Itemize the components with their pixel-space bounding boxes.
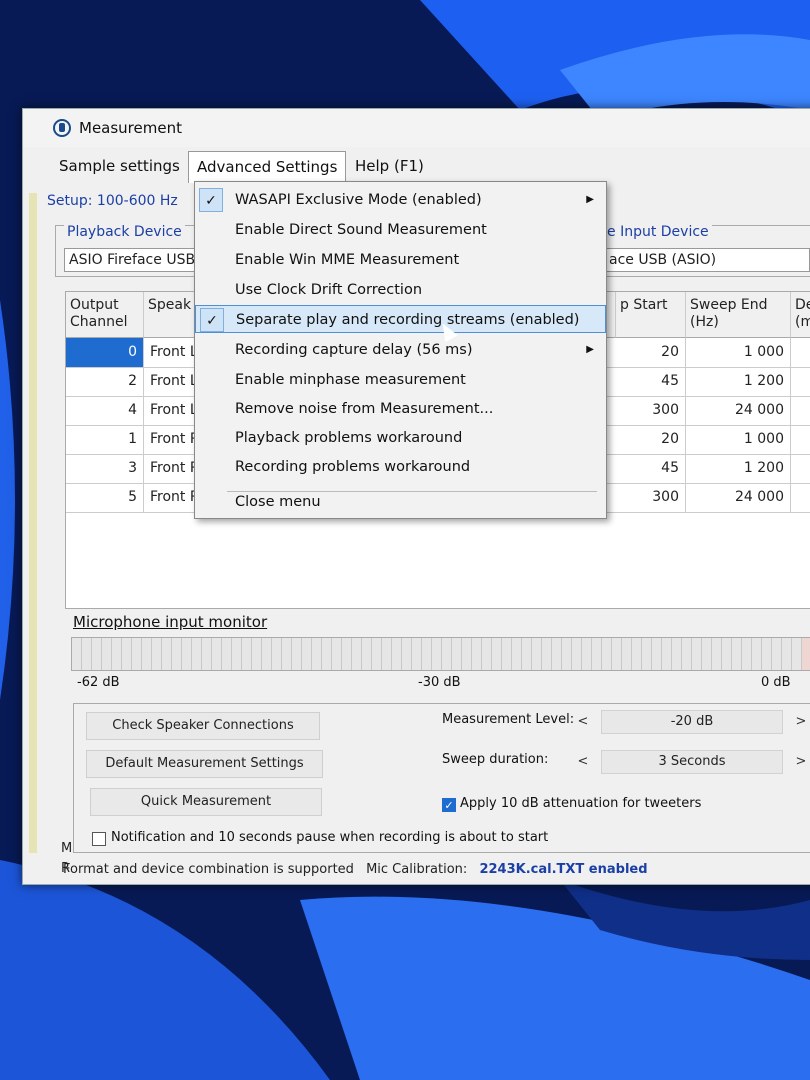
quick-measurement-button[interactable]: Quick Measurement (90, 788, 322, 816)
header-delay[interactable]: Dela (msec (791, 292, 810, 338)
advanced-settings-dropdown: ✓ WASAPI Exclusive Mode (enabled) ▶ Enab… (194, 181, 607, 519)
playback-device-label: Playback Device (64, 224, 185, 240)
menu-playback-workaround[interactable]: Playback problems workaround (195, 424, 606, 452)
submenu-arrow-icon: ▶ (586, 194, 594, 205)
mic-calibration-value: 2243K.cal.TXT enabled (479, 862, 648, 877)
setup-label: Setup: 100-600 Hz (47, 193, 178, 209)
menu-item-label: Use Clock Drift Correction (235, 282, 423, 298)
menu-item-label: Separate play and recording streams (ena… (236, 312, 580, 328)
app-logo-icon (53, 119, 71, 137)
cell-channel[interactable]: 2 (66, 367, 144, 396)
menu-remove-noise[interactable]: Remove noise from Measurement... (195, 395, 606, 423)
cell-end[interactable]: 24 000 (686, 396, 791, 425)
default-measurement-settings-button[interactable]: Default Measurement Settings (86, 750, 323, 778)
header-sweep-start[interactable]: p Start (616, 292, 686, 338)
menu-recording-workaround[interactable]: Recording problems workaround (195, 453, 606, 481)
cell-channel[interactable]: 3 (66, 454, 144, 483)
meter-peak-zone (802, 638, 810, 670)
cell-end[interactable]: 24 000 (686, 483, 791, 512)
side-letter-m: M (61, 841, 73, 856)
menu-item-label: Enable minphase measurement (235, 372, 466, 388)
cell-start[interactable]: 45 (616, 454, 686, 483)
title-bar: Measurement (23, 109, 810, 147)
checkmark-icon: ✓ (200, 308, 224, 332)
cell-start[interactable]: 300 (616, 396, 686, 425)
input-device-select[interactable]: ace USB (ASIO) (604, 248, 810, 272)
menu-bar: Sample settings Advanced Settings Help (… (23, 151, 810, 183)
header-output-channel[interactable]: Output Channel (66, 292, 144, 338)
submenu-arrow-icon: ▶ (586, 344, 594, 355)
sweep-increase-button[interactable]: > (792, 752, 810, 772)
measurement-level-label: Measurement Level: (442, 712, 575, 727)
notification-checkbox[interactable] (92, 832, 106, 846)
mic-level-meter (71, 637, 810, 671)
cell-start[interactable]: 300 (616, 483, 686, 512)
mic-calibration-label: Mic Calibration: (366, 862, 468, 877)
cell-start[interactable]: 20 (616, 338, 686, 367)
level-increase-button[interactable]: > (792, 712, 810, 732)
cell-channel[interactable]: 5 (66, 483, 144, 512)
menu-separate-streams[interactable]: ✓ Separate play and recording streams (e… (195, 305, 606, 333)
meter-scale-min: -62 dB (77, 675, 120, 690)
menu-help[interactable]: Help (F1) (347, 151, 432, 181)
cell-end[interactable]: 1 000 (686, 425, 791, 454)
meter-scale-mid: -30 dB (418, 675, 461, 690)
cell-end[interactable]: 1 000 (686, 338, 791, 367)
menu-item-label: Recording capture delay (56 ms) (235, 342, 473, 358)
menu-item-label: Playback problems workaround (235, 430, 463, 446)
attenuation-label: Apply 10 dB attenuation for tweeters (460, 796, 702, 811)
menu-minphase[interactable]: Enable minphase measurement (195, 366, 606, 394)
menu-win-mme[interactable]: Enable Win MME Measurement (195, 246, 606, 274)
menu-direct-sound[interactable]: Enable Direct Sound Measurement (195, 216, 606, 244)
status-text: Format and device combination is support… (63, 862, 354, 877)
cell-start[interactable]: 20 (616, 425, 686, 454)
window-title: Measurement (79, 119, 182, 137)
menu-advanced-settings[interactable]: Advanced Settings (188, 151, 347, 183)
level-decrease-button[interactable]: < (574, 712, 592, 732)
menu-sample-settings[interactable]: Sample settings (51, 151, 188, 181)
cell-channel[interactable]: 0 (66, 338, 144, 367)
cell-end[interactable]: 1 200 (686, 454, 791, 483)
cell-channel[interactable]: 1 (66, 425, 144, 454)
menu-item-label: Recording problems workaround (235, 459, 471, 475)
cell-channel[interactable]: 4 (66, 396, 144, 425)
sweep-decrease-button[interactable]: < (574, 752, 592, 772)
cell-start[interactable]: 45 (616, 367, 686, 396)
meter-scale-max: 0 dB (761, 675, 791, 690)
input-device-group: e Input Device ace USB (ASIO) (603, 224, 810, 277)
menu-item-label: Remove noise from Measurement... (235, 401, 494, 417)
sweep-duration-value: 3 Seconds (601, 750, 783, 774)
input-device-label: e Input Device (604, 224, 712, 240)
menu-clock-drift[interactable]: Use Clock Drift Correction (195, 276, 606, 304)
menu-close[interactable]: Close menu (195, 488, 606, 516)
measurement-level-value: -20 dB (601, 710, 783, 734)
menu-capture-delay[interactable]: Recording capture delay (56 ms) ▶ (195, 336, 606, 364)
sweep-duration-label: Sweep duration: (442, 752, 549, 767)
cell-end[interactable]: 1 200 (686, 367, 791, 396)
attenuation-checkbox[interactable]: ✓ (442, 798, 456, 812)
mic-monitor-title: Microphone input monitor (73, 613, 268, 631)
menu-item-label: Enable Win MME Measurement (235, 252, 460, 268)
notification-label: Notification and 10 seconds pause when r… (111, 830, 549, 845)
measurement-controls-panel: Check Speaker Connections Default Measur… (73, 703, 810, 853)
menu-item-label: Enable Direct Sound Measurement (235, 222, 487, 238)
menu-item-label: Close menu (235, 494, 321, 510)
side-strip (29, 193, 37, 853)
menu-item-label: WASAPI Exclusive Mode (enabled) (235, 192, 482, 208)
checkmark-icon: ✓ (199, 188, 223, 212)
header-sweep-end[interactable]: Sweep End (Hz) (686, 292, 791, 338)
check-speaker-connections-button[interactable]: Check Speaker Connections (86, 712, 320, 740)
menu-wasapi-exclusive[interactable]: ✓ WASAPI Exclusive Mode (enabled) ▶ (195, 186, 606, 214)
status-bar: Format and device combination is support… (63, 859, 810, 881)
